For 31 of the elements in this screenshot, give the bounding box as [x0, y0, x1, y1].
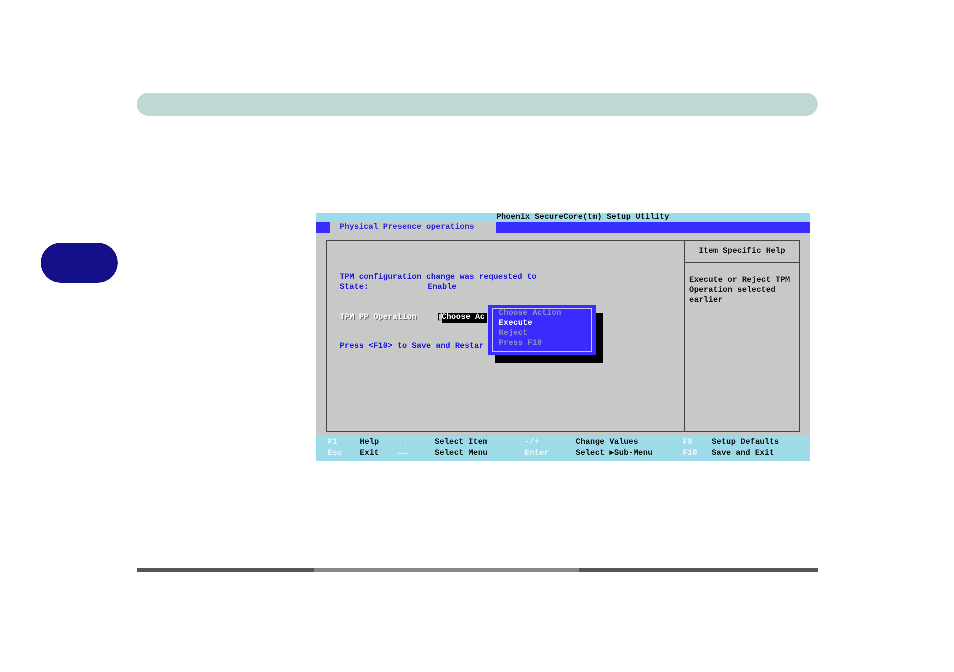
menu-item: Press F10	[499, 339, 544, 349]
key-action: Exit	[360, 448, 380, 460]
menu-item: Choose Action	[499, 309, 562, 319]
menu-item[interactable]: Execute	[499, 319, 585, 329]
help-title: Item Specific Help	[698, 247, 786, 256]
key-action: Select Item	[435, 437, 489, 448]
key-action: Change Values	[576, 437, 640, 448]
key-name: ←→	[398, 448, 409, 460]
menu-tab[interactable]: Physical Presence operations	[330, 222, 496, 233]
field-label: TPM PP Operation	[340, 313, 418, 323]
window-title: Phoenix SecureCore(tm) Setup Utility	[496, 213, 670, 222]
message-text: TPM configuration change was requested to	[340, 273, 537, 283]
key-name: Enter	[525, 448, 550, 460]
key-action: Help	[360, 437, 380, 448]
field-value[interactable]: Choose Ac	[442, 313, 488, 323]
state-value: Enable	[428, 283, 457, 293]
menu-item: Reject	[499, 329, 529, 339]
key-action: Select ▶Sub-Menu	[576, 448, 654, 460]
state-label: State:	[340, 283, 370, 293]
key-action: Setup Defaults	[712, 437, 780, 448]
key-name: F1	[328, 437, 339, 448]
key-name: F9	[683, 437, 694, 448]
key-name: ↑↓	[398, 437, 409, 448]
key-action: Save and Exit	[712, 448, 774, 460]
key-name: -/+	[525, 437, 540, 448]
help-text: Execute or Reject TPM Operation selected earlier	[688, 275, 792, 306]
key-name: F10	[683, 448, 698, 460]
hint-text: Press <F10> to Save and Restar	[340, 342, 484, 352]
bracket: [	[437, 313, 442, 323]
key-action: Select Menu	[435, 448, 489, 460]
key-name: Esc	[328, 448, 344, 460]
